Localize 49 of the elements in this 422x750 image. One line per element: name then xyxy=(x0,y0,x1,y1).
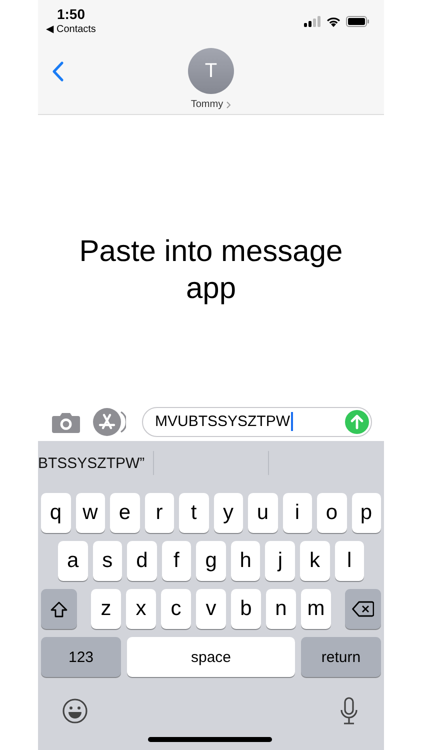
key[interactable]: l xyxy=(334,541,364,581)
back-icon[interactable] xyxy=(52,61,64,82)
delete-icon xyxy=(352,601,374,617)
key[interactable]: h xyxy=(230,541,260,581)
key[interactable]: n xyxy=(266,589,296,629)
key[interactable]: p xyxy=(352,493,381,533)
key[interactable]: g xyxy=(196,541,226,581)
key[interactable]: y xyxy=(214,493,243,533)
key[interactable]: x xyxy=(126,589,156,629)
shift-key[interactable] xyxy=(41,589,77,629)
key[interactable]: d xyxy=(127,541,157,581)
message-field[interactable]: MVUBTSSYSZTPW xyxy=(142,406,372,436)
emoji-icon[interactable] xyxy=(62,698,88,724)
key[interactable]: k xyxy=(300,541,330,581)
delete-key[interactable] xyxy=(345,589,381,629)
suggestion[interactable]: BTSSYSZTPW” xyxy=(38,454,145,472)
key[interactable]: r xyxy=(144,493,174,533)
wifi-icon xyxy=(326,16,341,27)
battery-icon xyxy=(346,16,370,27)
space-key[interactable]: space xyxy=(127,637,295,677)
key[interactable]: m xyxy=(301,589,331,629)
return-key[interactable]: return xyxy=(301,637,381,677)
key[interactable]: u xyxy=(248,493,278,533)
shift-icon xyxy=(50,600,68,618)
key[interactable]: i xyxy=(282,493,312,533)
key[interactable]: s xyxy=(92,541,122,581)
text-cursor xyxy=(291,412,294,431)
contact-name[interactable]: Tommy xyxy=(190,99,224,110)
key[interactable]: b xyxy=(231,589,261,629)
key[interactable]: q xyxy=(41,493,70,533)
signal-icon xyxy=(304,16,321,27)
key[interactable]: z xyxy=(91,589,121,629)
key[interactable]: t xyxy=(179,493,208,533)
back-to-app-link[interactable]: ◀ Contacts xyxy=(46,23,96,36)
camera-icon[interactable] xyxy=(52,410,80,432)
numbers-key[interactable]: 123 xyxy=(41,637,121,677)
key[interactable]: f xyxy=(162,541,192,581)
key[interactable]: j xyxy=(265,541,295,581)
key[interactable]: v xyxy=(196,589,226,629)
key[interactable]: o xyxy=(317,493,346,533)
microphone-icon[interactable] xyxy=(340,697,358,725)
chevron-right-icon xyxy=(226,100,232,108)
key[interactable]: a xyxy=(58,541,88,581)
status-time: 1:50 xyxy=(56,6,85,23)
key[interactable]: c xyxy=(161,589,191,629)
key[interactable]: w xyxy=(76,493,105,533)
key[interactable]: e xyxy=(110,493,140,533)
instruction-text: Paste into message app xyxy=(78,234,344,306)
app-store-icon[interactable] xyxy=(92,408,126,436)
